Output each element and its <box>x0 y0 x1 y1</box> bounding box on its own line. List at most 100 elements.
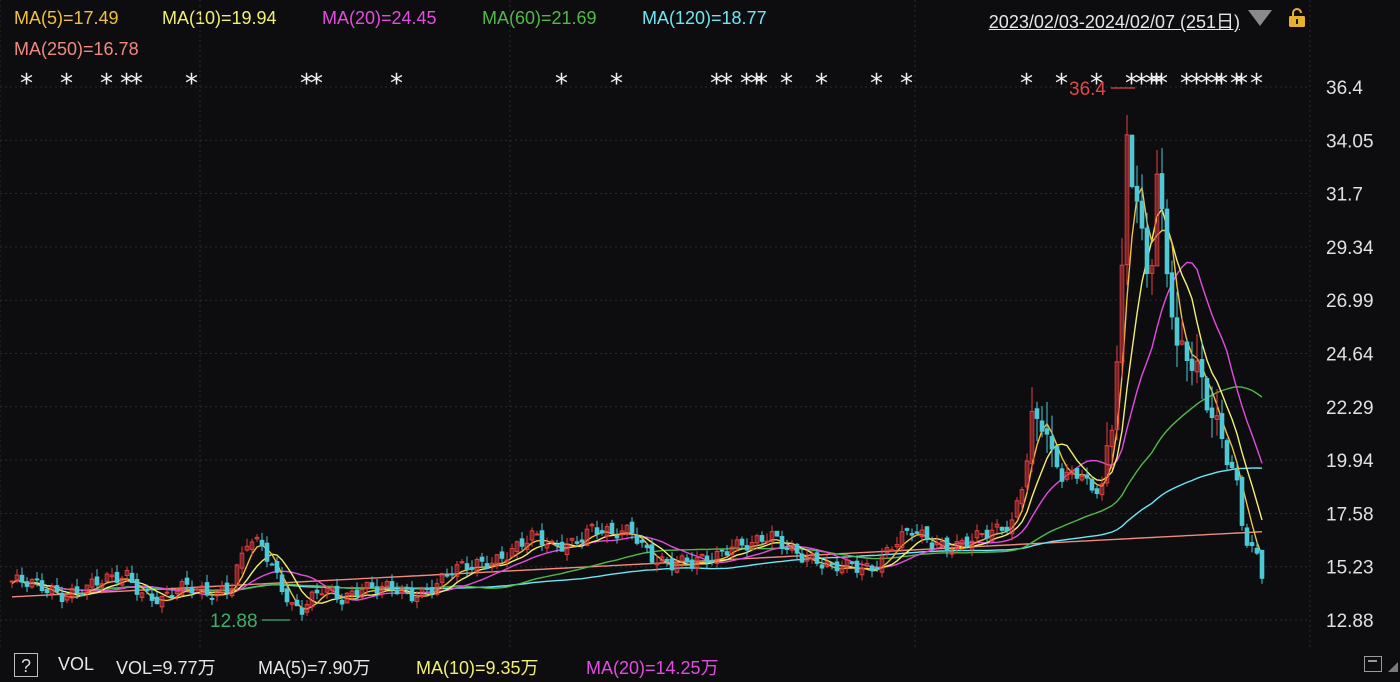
candle-body <box>114 571 120 583</box>
star-marker: * <box>1235 69 1248 99</box>
candle-body <box>209 597 215 600</box>
candle-body <box>464 563 470 571</box>
candle-body <box>24 581 30 587</box>
candle-body <box>224 582 230 593</box>
candle-body <box>294 599 300 607</box>
candle-body <box>1219 413 1225 440</box>
candle-body <box>1184 341 1190 361</box>
candle-body <box>1059 468 1065 482</box>
candle-body <box>284 588 290 603</box>
candle-body <box>539 530 545 546</box>
star-marker: * <box>870 69 883 99</box>
star-marker: * <box>310 69 323 99</box>
candle-body <box>299 607 305 615</box>
candle-body <box>834 561 840 572</box>
expand-icon[interactable] <box>1364 656 1382 672</box>
candle-body <box>644 544 650 549</box>
candle-body <box>259 539 265 547</box>
candle-body <box>189 587 195 594</box>
y-tick-label: 12.88 <box>1326 611 1374 632</box>
vol-ma5: MA(5)=7.90万 <box>258 658 371 678</box>
candle-body <box>629 521 635 534</box>
star-marker: * <box>100 69 113 99</box>
candle-body <box>944 537 950 552</box>
candle-body <box>814 552 820 564</box>
candle-body <box>44 589 50 594</box>
candle-body <box>404 587 410 590</box>
candle-body <box>1094 488 1100 495</box>
candle-body <box>194 588 200 591</box>
star-marker: * <box>1155 69 1168 99</box>
resize-corner-icon[interactable] <box>1388 662 1398 672</box>
vol-value: VOL=9.77万 <box>116 658 216 678</box>
candle-body <box>449 573 455 576</box>
candle-body <box>1139 200 1145 229</box>
candle-body <box>339 599 345 605</box>
candle-body <box>1164 208 1170 275</box>
candle-body <box>184 577 190 585</box>
candle-body <box>19 574 25 583</box>
candle-body <box>774 530 780 537</box>
star-marker: * <box>815 69 828 99</box>
candle-body <box>689 559 695 568</box>
candle-body <box>614 535 620 539</box>
vol-title[interactable]: VOL <box>58 654 94 675</box>
candle-body <box>269 563 275 566</box>
candle-body <box>1169 272 1175 318</box>
candle-body <box>499 551 505 559</box>
candle-body <box>579 539 585 543</box>
candle-body <box>94 576 100 586</box>
candle-body <box>849 561 855 564</box>
candle-body <box>479 556 485 562</box>
high-price-label: 36.4 <box>1069 79 1106 100</box>
candle-body <box>469 566 475 570</box>
candle-body <box>599 530 605 534</box>
candle-body <box>39 580 45 592</box>
y-tick-label: 17.58 <box>1326 504 1374 525</box>
candle-body <box>424 588 430 591</box>
candle-body <box>79 594 85 597</box>
help-icon[interactable]: ? <box>14 653 38 677</box>
ma60-line <box>11 385 1263 592</box>
candle-body <box>704 555 710 563</box>
candle-body <box>549 540 555 543</box>
candle-body <box>664 558 670 562</box>
candle-body <box>354 589 360 597</box>
vol-ma10: MA(10)=9.35万 <box>416 658 539 678</box>
candle-body <box>574 541 580 544</box>
candle-body <box>1209 407 1215 418</box>
candle-body <box>1234 469 1240 481</box>
candle-body <box>1204 378 1210 411</box>
candle-body <box>1049 435 1055 450</box>
candle-body <box>1034 408 1040 419</box>
candle-body <box>829 563 835 566</box>
candle-body <box>9 580 15 583</box>
volume-legend-bar: ? VOL VOL=9.77万 MA(5)=7.90万 MA(10)=9.35万… <box>0 650 1400 682</box>
candle-body <box>739 538 745 546</box>
candle-body <box>394 589 400 595</box>
candle-body <box>369 582 375 588</box>
price-annotations: 36.4 12.88 <box>210 79 1135 632</box>
star-marker: * <box>1215 69 1228 99</box>
candle-body <box>1039 420 1045 432</box>
candle-body <box>129 572 135 583</box>
candle-body <box>1174 317 1180 346</box>
candle-body <box>444 574 450 577</box>
candle-body <box>314 589 320 594</box>
candle-body <box>1224 440 1230 466</box>
candle-body <box>1259 549 1265 579</box>
candle-body <box>684 557 690 563</box>
candle-body <box>819 564 825 569</box>
candle-body <box>784 547 790 550</box>
candle-body <box>1004 526 1010 532</box>
y-tick-label: 22.29 <box>1326 398 1374 419</box>
star-marker: * <box>130 69 143 99</box>
star-marker: * <box>900 69 913 99</box>
star-marker: * <box>555 69 568 99</box>
candle-body <box>409 588 415 602</box>
star-marker: * <box>185 69 198 99</box>
candle-body <box>1074 468 1080 479</box>
star-marker: * <box>390 69 403 99</box>
candle-body <box>1054 446 1060 468</box>
candle-body <box>559 541 565 552</box>
